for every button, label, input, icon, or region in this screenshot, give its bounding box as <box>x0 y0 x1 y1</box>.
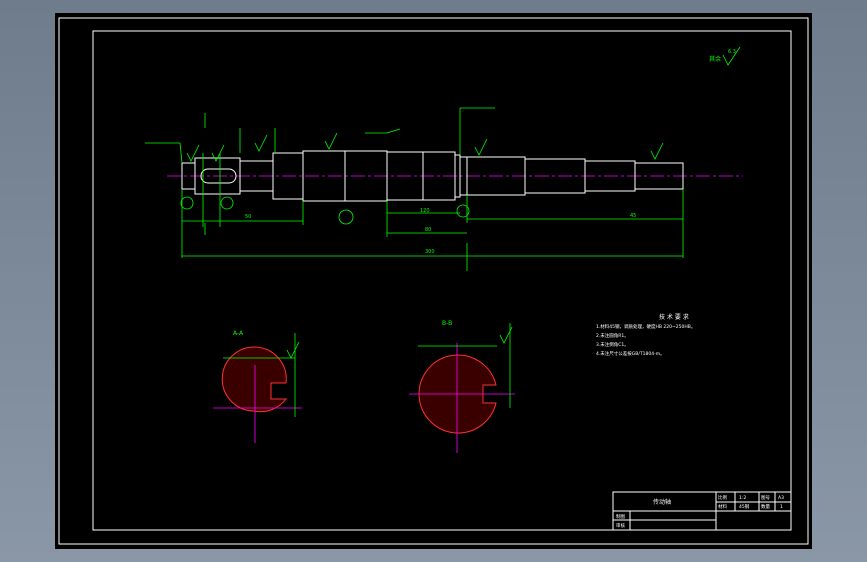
svg-text:A-A: A-A <box>233 330 244 337</box>
svg-text:A3: A3 <box>778 495 784 501</box>
svg-text:1:2: 1:2 <box>739 495 746 501</box>
svg-text:3.未注倒角C1。: 3.未注倒角C1。 <box>596 341 629 348</box>
svg-text:比例: 比例 <box>718 494 727 501</box>
svg-text:45钢: 45钢 <box>739 503 750 510</box>
title-block: 传动轴 比例 1:2 图号 A3 材料 45钢 数量 1 制图 审核 <box>612 491 792 531</box>
tech-requirements: 技 术 要 求 1.材料45钢，调质处理，硬度HB 220~250HB。 2.未… <box>596 313 695 357</box>
svg-text:材料: 材料 <box>718 503 727 510</box>
roughness-symbols <box>186 132 664 162</box>
cad-drawing: 其余 6.3 300 50 120 80 45 A-A B-B 技 术 要 求 … <box>58 17 809 545</box>
svg-text:6.3: 6.3 <box>728 49 736 55</box>
svg-text:1: 1 <box>780 504 783 510</box>
drawing-frame <box>92 30 792 531</box>
svg-text:4.未注尺寸公差按GB/T1804-m。: 4.未注尺寸公差按GB/T1804-m。 <box>596 350 665 357</box>
svg-text:80: 80 <box>425 227 431 233</box>
svg-text:B-B: B-B <box>442 320 452 327</box>
svg-text:1.材料45钢，调质处理，硬度HB 220~250HB。: 1.材料45钢，调质处理，硬度HB 220~250HB。 <box>596 323 695 330</box>
drawing-viewport[interactable]: 其余 6.3 300 50 120 80 45 A-A B-B 技 术 要 求 … <box>55 13 812 549</box>
svg-text:120: 120 <box>420 208 430 214</box>
dimension-lines <box>145 107 684 271</box>
svg-text:制图: 制图 <box>616 513 625 520</box>
svg-text:45: 45 <box>630 213 636 219</box>
svg-text:2.未注圆角R1。: 2.未注圆角R1。 <box>596 332 629 339</box>
outer-border <box>58 17 809 545</box>
section-b: B-B <box>409 320 515 453</box>
svg-text:图号: 图号 <box>761 495 770 501</box>
svg-text:50: 50 <box>245 214 251 220</box>
svg-text:其余: 其余 <box>709 55 721 63</box>
svg-text:数量: 数量 <box>761 503 770 510</box>
svg-text:传动轴: 传动轴 <box>653 498 671 506</box>
datum-circle-b <box>220 196 234 210</box>
datum-circle-c <box>338 209 354 225</box>
svg-text:审核: 审核 <box>616 522 625 529</box>
svg-text:300: 300 <box>425 249 435 255</box>
roughness-note: 其余 6.3 <box>709 46 741 66</box>
svg-text:技 术 要 求: 技 术 要 求 <box>659 313 689 321</box>
datum-circle-a <box>180 196 194 210</box>
section-a: A-A <box>213 330 302 443</box>
